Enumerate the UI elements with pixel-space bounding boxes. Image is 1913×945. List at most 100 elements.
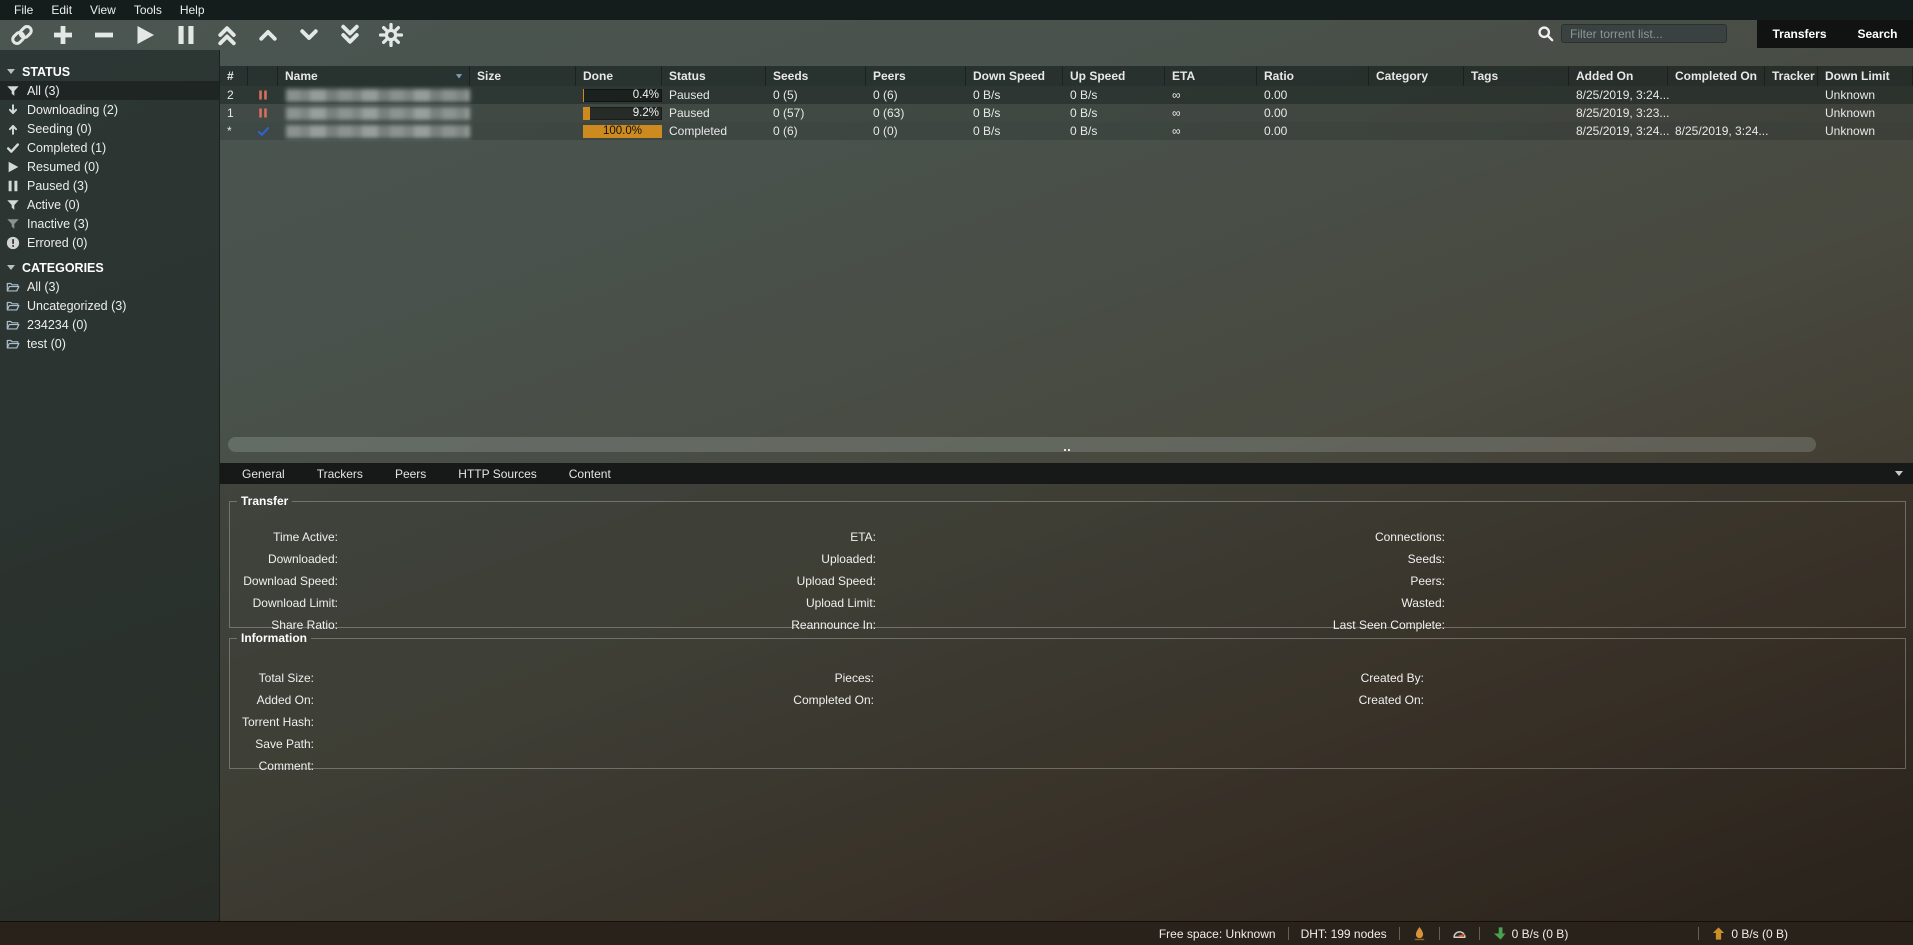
field-label: Seeds: — [1130, 548, 1445, 570]
download-speed-status[interactable]: 0 B/s (0 B) — [1492, 926, 1569, 941]
tab-general[interactable]: General — [226, 463, 301, 484]
cell-state — [248, 86, 278, 104]
sidebar-category-234234[interactable]: 234234 (0) — [0, 315, 219, 334]
delete-torrent-button[interactable] — [92, 23, 116, 47]
move-up-button[interactable] — [256, 23, 280, 47]
column-status[interactable]: Status — [662, 66, 766, 86]
cell-tags — [1464, 86, 1569, 104]
progress-label: 9.2% — [633, 107, 659, 120]
table-row[interactable]: 2 0.4% Paused 0 (5) 0 (6) 0 B/s 0 B/s ∞ … — [220, 86, 1913, 104]
sidebar-item-resumed[interactable]: Resumed (0) — [0, 157, 219, 176]
menu-tools[interactable]: Tools — [125, 0, 171, 20]
column-done[interactable]: Done — [576, 66, 662, 86]
column-down-speed[interactable]: Down Speed — [966, 66, 1063, 86]
panel-splitter-handle[interactable] — [220, 449, 1913, 454]
column-added-on[interactable]: Added On — [1569, 66, 1668, 86]
cell-completed-on — [1668, 86, 1765, 104]
column-tracker[interactable]: Tracker — [1765, 66, 1818, 86]
column-eta[interactable]: ETA — [1165, 66, 1257, 86]
add-torrent-button[interactable] — [51, 23, 75, 47]
cell-down-speed: 0 B/s — [966, 86, 1063, 104]
tab-http-sources[interactable]: HTTP Sources — [442, 463, 552, 484]
move-top-button[interactable] — [215, 23, 239, 47]
detail-tab-bar: General Trackers Peers HTTP Sources Cont… — [220, 463, 1913, 484]
sidebar-item-active[interactable]: Active (0) — [0, 195, 219, 214]
tab-transfers[interactable]: Transfers — [1768, 27, 1830, 41]
sidebar-item-errored[interactable]: Errored (0) — [0, 233, 219, 252]
column-completed-on[interactable]: Completed On — [1668, 66, 1765, 86]
tab-search[interactable]: Search — [1853, 27, 1901, 41]
progress-label: 0.4% — [633, 89, 659, 102]
sidebar-item-completed[interactable]: Completed (1) — [0, 138, 219, 157]
categories-section-header[interactable]: CATEGORIES — [0, 258, 219, 277]
field-label: Created By: — [1130, 667, 1424, 689]
table-row[interactable]: * 100.0% Completed 0 (6) 0 (0) 0 B/s 0 B… — [220, 122, 1913, 140]
sidebar-item-downloading[interactable]: Downloading (2) — [0, 100, 219, 119]
column-tags[interactable]: Tags — [1464, 66, 1569, 86]
column-category[interactable]: Category — [1369, 66, 1464, 86]
sidebar-category-all[interactable]: All (3) — [0, 277, 219, 296]
field-label: Connections: — [1130, 526, 1445, 548]
menu-file[interactable]: File — [5, 0, 42, 20]
cell-completed-on: 8/25/2019, 3:24... — [1668, 122, 1765, 140]
sidebar-item-seeding[interactable]: Seeding (0) — [0, 119, 219, 138]
column-number[interactable]: # — [220, 66, 248, 86]
connection-status-icon[interactable] — [1412, 926, 1427, 941]
column-ratio[interactable]: Ratio — [1257, 66, 1369, 86]
upload-speed-status[interactable]: 0 B/s (0 B) — [1711, 926, 1788, 941]
column-peers[interactable]: Peers — [866, 66, 966, 86]
options-button[interactable] — [379, 23, 403, 47]
column-seeds[interactable]: Seeds — [766, 66, 866, 86]
menu-help[interactable]: Help — [171, 0, 214, 20]
field-label: Added On: — [230, 689, 314, 711]
sidebar-category-test[interactable]: test (0) — [0, 334, 219, 353]
tab-peers[interactable]: Peers — [379, 463, 442, 484]
field-label: Total Size: — [230, 667, 314, 689]
column-down-limit[interactable]: Down Limit — [1818, 66, 1913, 86]
cell-size — [470, 122, 576, 140]
add-torrent-link-button[interactable] — [10, 23, 34, 47]
sidebar-item-inactive[interactable]: Inactive (3) — [0, 214, 219, 233]
menu-edit[interactable]: Edit — [42, 0, 81, 20]
cell-ratio: 0.00 — [1257, 122, 1369, 140]
tab-trackers[interactable]: Trackers — [301, 463, 379, 484]
column-state[interactable] — [248, 66, 278, 86]
field-label: Download Limit: — [230, 592, 338, 614]
minus-icon — [92, 23, 116, 47]
cell-status: Paused — [662, 104, 766, 122]
redacted-torrent-name — [286, 125, 470, 138]
field-label: Save Path: — [230, 733, 314, 755]
alt-speed-limits-icon[interactable] — [1452, 926, 1467, 941]
field-label: ETA: — [560, 526, 876, 548]
divider — [1439, 927, 1440, 940]
table-row[interactable]: 1 9.2% Paused 0 (57) 0 (63) 0 B/s 0 B/s … — [220, 104, 1913, 122]
filter-torrent-input[interactable] — [1561, 24, 1727, 43]
cell-size — [470, 86, 576, 104]
move-down-button[interactable] — [297, 23, 321, 47]
cell-eta: ∞ — [1165, 86, 1257, 104]
cell-eta: ∞ — [1165, 104, 1257, 122]
status-section-header[interactable]: STATUS — [0, 62, 219, 81]
cell-tags — [1464, 104, 1569, 122]
menu-view[interactable]: View — [81, 0, 125, 20]
column-up-speed[interactable]: Up Speed — [1063, 66, 1165, 86]
tab-content[interactable]: Content — [553, 463, 627, 484]
sidebar-item-paused[interactable]: Paused (3) — [0, 176, 219, 195]
pause-button[interactable] — [174, 23, 198, 47]
column-size[interactable]: Size — [470, 66, 576, 86]
chevron-down-icon[interactable] — [1895, 471, 1903, 476]
field-label: Downloaded: — [230, 548, 338, 570]
information-labels-col3: Created By: Created On: — [1130, 667, 1424, 711]
column-name[interactable]: Name — [278, 66, 470, 86]
cell-down-speed: 0 B/s — [966, 104, 1063, 122]
sidebar-item-all[interactable]: All (3) — [0, 81, 219, 100]
cell-down-limit: Unknown — [1818, 104, 1913, 122]
resume-button[interactable] — [133, 23, 157, 47]
field-label: Completed On: — [560, 689, 874, 711]
sidebar-category-uncategorized[interactable]: Uncategorized (3) — [0, 296, 219, 315]
folder-icon — [6, 299, 20, 313]
move-bottom-button[interactable] — [338, 23, 362, 47]
dht-status: DHT: 199 nodes — [1301, 927, 1387, 941]
free-space-status: Free space: Unknown — [1159, 927, 1276, 941]
paused-state-icon — [257, 89, 269, 101]
